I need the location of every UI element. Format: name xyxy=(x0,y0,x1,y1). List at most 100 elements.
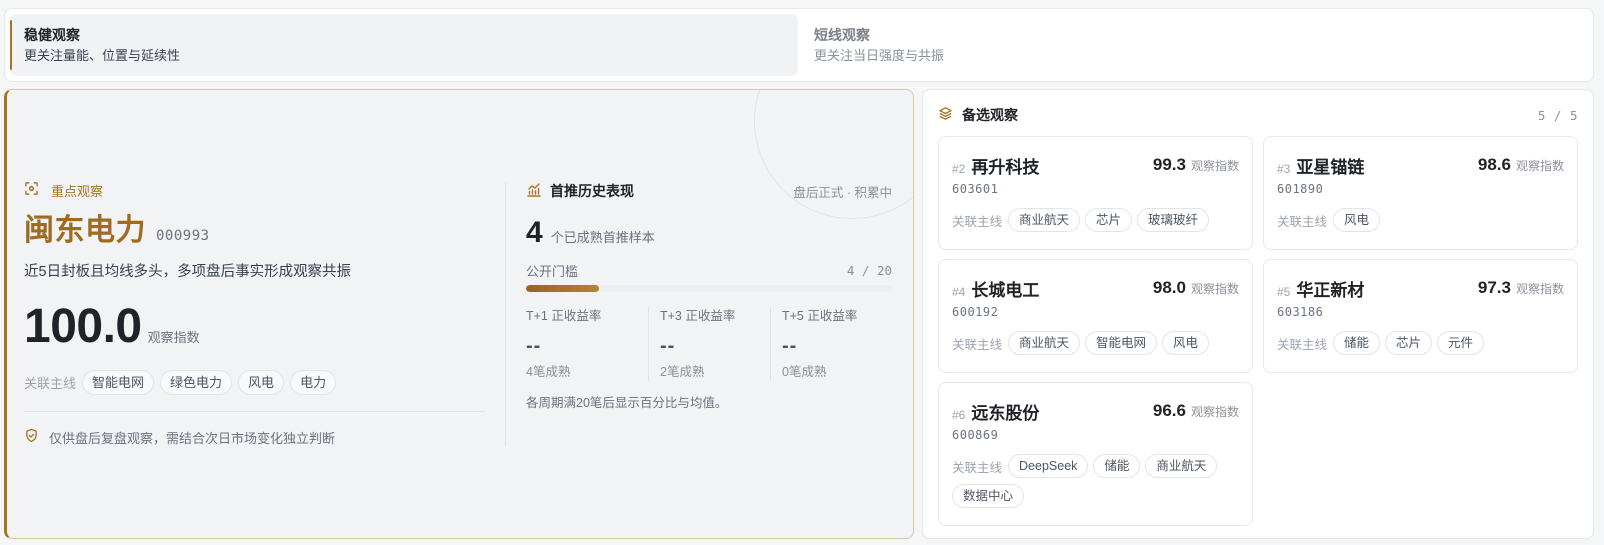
candidate-score-label: 观察指数 xyxy=(1190,159,1239,173)
threshold-progress-fill xyxy=(526,285,600,292)
period-value: -- xyxy=(782,335,798,357)
period-matured: 4笔成熟 xyxy=(526,365,571,379)
candidate-themes: 关联主线 商业航天 智能电网 风电 xyxy=(952,331,1239,355)
divider xyxy=(24,411,485,412)
candidate-identity: #5 华正新材 xyxy=(1277,276,1364,301)
candidate-identity: #4 长城电工 xyxy=(952,276,1039,301)
candidate-themes: 关联主线 储能 芯片 元件 xyxy=(1277,331,1564,355)
sample-count: 4 xyxy=(526,216,543,249)
theme-chip: 元件 xyxy=(1437,331,1485,355)
candidates-title-group: 备选观察 xyxy=(938,105,1018,125)
candidate-score-value: 96.6 xyxy=(1152,401,1186,420)
candidate-card[interactable]: #2 再升科技 99.3 观察指数 603601 关联主线 商业航天 芯片 玻璃玻纤 xyxy=(938,136,1253,250)
focus-label-row: 重点观察 xyxy=(24,181,485,199)
scan-target-icon xyxy=(24,181,51,199)
focus-score-row: 100.0 观察指数 xyxy=(24,300,485,354)
candidates-count: 5 / 5 xyxy=(1537,107,1578,123)
sample-row: 4 个已成熟首推样本 xyxy=(526,216,892,250)
bar-chart-trend-icon xyxy=(526,182,550,201)
candidate-header: #4 长城电工 98.0 观察指数 xyxy=(952,275,1239,301)
theme-chip: 商业航天 xyxy=(1008,208,1081,232)
candidate-identity: #2 再升科技 xyxy=(952,153,1039,178)
themes-label: 关联主线 xyxy=(1277,214,1328,229)
candidates-header: 备选观察 5 / 5 xyxy=(938,103,1578,127)
candidate-score-value: 97.3 xyxy=(1477,278,1511,297)
candidate-rank: #2 xyxy=(952,161,966,176)
candidate-name: 亚星锚链 xyxy=(1296,157,1365,177)
candidate-name: 长城电工 xyxy=(971,280,1040,300)
candidate-score-label: 观察指数 xyxy=(1190,405,1239,419)
candidate-code: 600869 xyxy=(952,428,999,442)
tab-short-term-watch[interactable]: 短线观察 更关注当日强度与共振 xyxy=(800,14,1588,76)
theme-chip: 智能电网 xyxy=(82,370,155,395)
focus-name-row: 闽东电力 000993 xyxy=(24,212,485,250)
candidate-themes: 关联主线 商业航天 芯片 玻璃玻纤 xyxy=(952,208,1239,232)
candidate-rank: #3 xyxy=(1277,161,1291,176)
themes-label: 关联主线 xyxy=(1277,337,1328,352)
tab-subtitle: 更关注量能、位置与延续性 xyxy=(24,48,181,63)
candidate-themes: 关联主线 风电 xyxy=(1277,208,1564,232)
candidate-identity: #6 远东股份 xyxy=(952,399,1039,424)
disclaimer: 仅供盘后复盘观察，需结合次日市场变化独立判断 xyxy=(24,427,485,447)
candidate-score: 98.6 观察指数 xyxy=(1478,155,1564,175)
candidate-score-label: 观察指数 xyxy=(1190,282,1239,296)
candidate-code: 600192 xyxy=(952,305,999,319)
period-label: T+3 正收益率 xyxy=(660,309,736,323)
column-divider xyxy=(505,182,506,446)
focus-stock-code: 000993 xyxy=(156,228,210,244)
theme-chip: 芯片 xyxy=(1385,331,1433,355)
candidate-score-value: 99.3 xyxy=(1152,155,1186,174)
theme-chip: 商业航天 xyxy=(1145,454,1218,478)
theme-chip: 商业航天 xyxy=(1008,331,1081,355)
period-value: -- xyxy=(660,335,676,357)
history-status: 盘后正式 · 积累中 xyxy=(793,185,892,200)
candidate-name: 华正新材 xyxy=(1296,280,1365,300)
history-title: 首推历史表现 xyxy=(550,183,634,199)
focus-stock-card: 重点观察 闽东电力 000993 近5日封板且均线多头，多项盘后事实形成观察共振… xyxy=(4,89,914,539)
candidate-header: #3 亚星锚链 98.6 观察指数 xyxy=(1277,152,1564,178)
candidate-code: 601890 xyxy=(1277,182,1324,196)
candidate-card[interactable]: #3 亚星锚链 98.6 观察指数 601890 关联主线 风电 xyxy=(1263,136,1578,250)
period-stats: T+1 正收益率 -- 4笔成熟 T+3 正收益率 -- 2笔成熟 T+5 正收… xyxy=(526,307,892,381)
candidate-name: 远东股份 xyxy=(971,403,1040,423)
focus-score-label: 观察指数 xyxy=(147,330,200,345)
period-label: T+1 正收益率 xyxy=(526,309,602,323)
candidates-panel: 备选观察 5 / 5 #2 再升科技 99.3 观察指数 603601 关联主线… xyxy=(922,89,1594,539)
theme-chip: 数据中心 xyxy=(952,484,1025,508)
focus-stock-name: 闽东电力 xyxy=(24,214,146,247)
candidate-code: 603601 xyxy=(952,182,999,196)
candidate-card[interactable]: #6 远东股份 96.6 观察指数 600869 关联主线 DeepSeek 储能… xyxy=(938,382,1253,526)
tab-steady-watch[interactable]: 稳健观察 更关注量能、位置与延续性 xyxy=(10,14,798,76)
period-value: -- xyxy=(526,335,542,357)
layers-icon xyxy=(938,106,962,124)
themes-label: 关联主线 xyxy=(24,376,77,391)
tab-title: 短线观察 xyxy=(814,27,870,43)
themes-label: 关联主线 xyxy=(952,460,1003,475)
history-header: 首推历史表现 盘后正式 · 积累中 xyxy=(526,181,892,201)
focus-themes: 关联主线 智能电网 绿色电力 风电 电力 xyxy=(24,370,485,395)
theme-chip: 风电 xyxy=(1333,208,1381,232)
period-stat-t5: T+5 正收益率 -- 0笔成熟 xyxy=(770,307,892,381)
candidate-card[interactable]: #4 长城电工 98.0 观察指数 600192 关联主线 商业航天 智能电网 风电 xyxy=(938,259,1253,373)
history-title-group: 首推历史表现 xyxy=(526,181,634,201)
candidate-header: #2 再升科技 99.3 观察指数 xyxy=(952,152,1239,178)
theme-chip: 电力 xyxy=(290,370,337,395)
threshold-value: 4 / 20 xyxy=(846,262,892,278)
focus-summary: 重点观察 闽东电力 000993 近5日封板且均线多头，多项盘后事实形成观察共振… xyxy=(24,181,485,447)
mode-tab-bar: 稳健观察 更关注量能、位置与延续性 短线观察 更关注当日强度与共振 xyxy=(4,8,1594,82)
disclaimer-text: 仅供盘后复盘观察，需结合次日市场变化独立判断 xyxy=(49,430,336,446)
candidate-card[interactable]: #5 华正新材 97.3 观察指数 603186 关联主线 储能 芯片 元件 xyxy=(1263,259,1578,373)
candidate-code: 603186 xyxy=(1277,305,1324,319)
candidate-score: 99.3 观察指数 xyxy=(1153,155,1239,175)
threshold-row: 公开门槛 4 / 20 xyxy=(526,261,892,279)
candidates-title: 备选观察 xyxy=(962,107,1018,123)
period-label: T+5 正收益率 xyxy=(782,309,858,323)
candidate-score: 98.0 观察指数 xyxy=(1153,278,1239,298)
theme-chip: 玻璃玻纤 xyxy=(1137,208,1210,232)
candidate-rank: #6 xyxy=(952,407,966,422)
candidate-score-label: 观察指数 xyxy=(1515,159,1564,173)
theme-chip: 风电 xyxy=(238,370,285,395)
candidates-grid: #2 再升科技 99.3 观察指数 603601 关联主线 商业航天 芯片 玻璃玻纤… xyxy=(938,136,1578,526)
period-stat-t3: T+3 正收益率 -- 2笔成熟 xyxy=(648,307,770,381)
sample-label: 个已成熟首推样本 xyxy=(550,230,655,245)
